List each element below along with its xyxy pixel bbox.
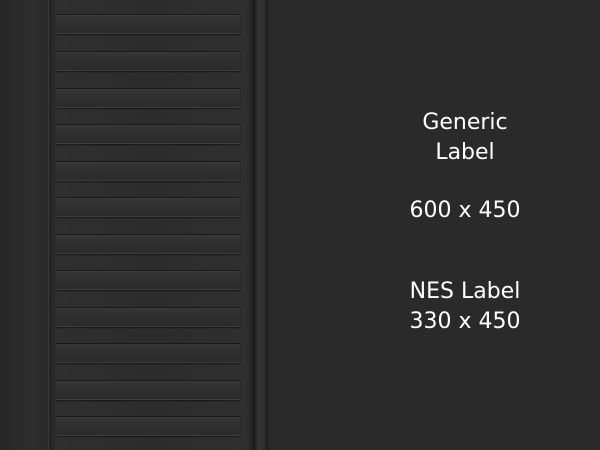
cartridge-right-edge bbox=[268, 0, 330, 450]
cartridge-ridge bbox=[56, 307, 240, 327]
cartridge-ridges bbox=[56, 0, 242, 450]
cartridge-side-rail bbox=[254, 0, 268, 450]
cartridge-left-edge bbox=[0, 0, 48, 450]
nes-label-dimensions: 330 x 450 bbox=[409, 309, 521, 334]
cartridge-ridge bbox=[56, 14, 240, 34]
cartridge-ridge bbox=[56, 270, 240, 290]
cartridge-ridge bbox=[56, 51, 240, 71]
cartridge-ridge bbox=[56, 88, 240, 108]
cartridge-ridge bbox=[56, 161, 240, 181]
cartridge-ridge bbox=[56, 234, 240, 254]
nes-label-title: NES Label bbox=[409, 279, 521, 304]
cartridge-ridge bbox=[56, 343, 240, 363]
cartridge-ridge bbox=[56, 124, 240, 144]
generic-label-line1: Generic bbox=[422, 110, 508, 135]
cartridge-ridge bbox=[56, 380, 240, 400]
cartridge-texture bbox=[0, 0, 330, 450]
generic-label-dimensions: 600 x 450 bbox=[409, 198, 521, 223]
cartridge-ridge bbox=[56, 416, 240, 436]
label-template-canvas: Generic Label 600 x 450 NES Label 330 x … bbox=[0, 0, 600, 450]
label-info-panel: Generic Label 600 x 450 NES Label 330 x … bbox=[330, 0, 600, 450]
cartridge-ridge bbox=[56, 197, 240, 217]
generic-label-line2: Label bbox=[435, 140, 495, 165]
